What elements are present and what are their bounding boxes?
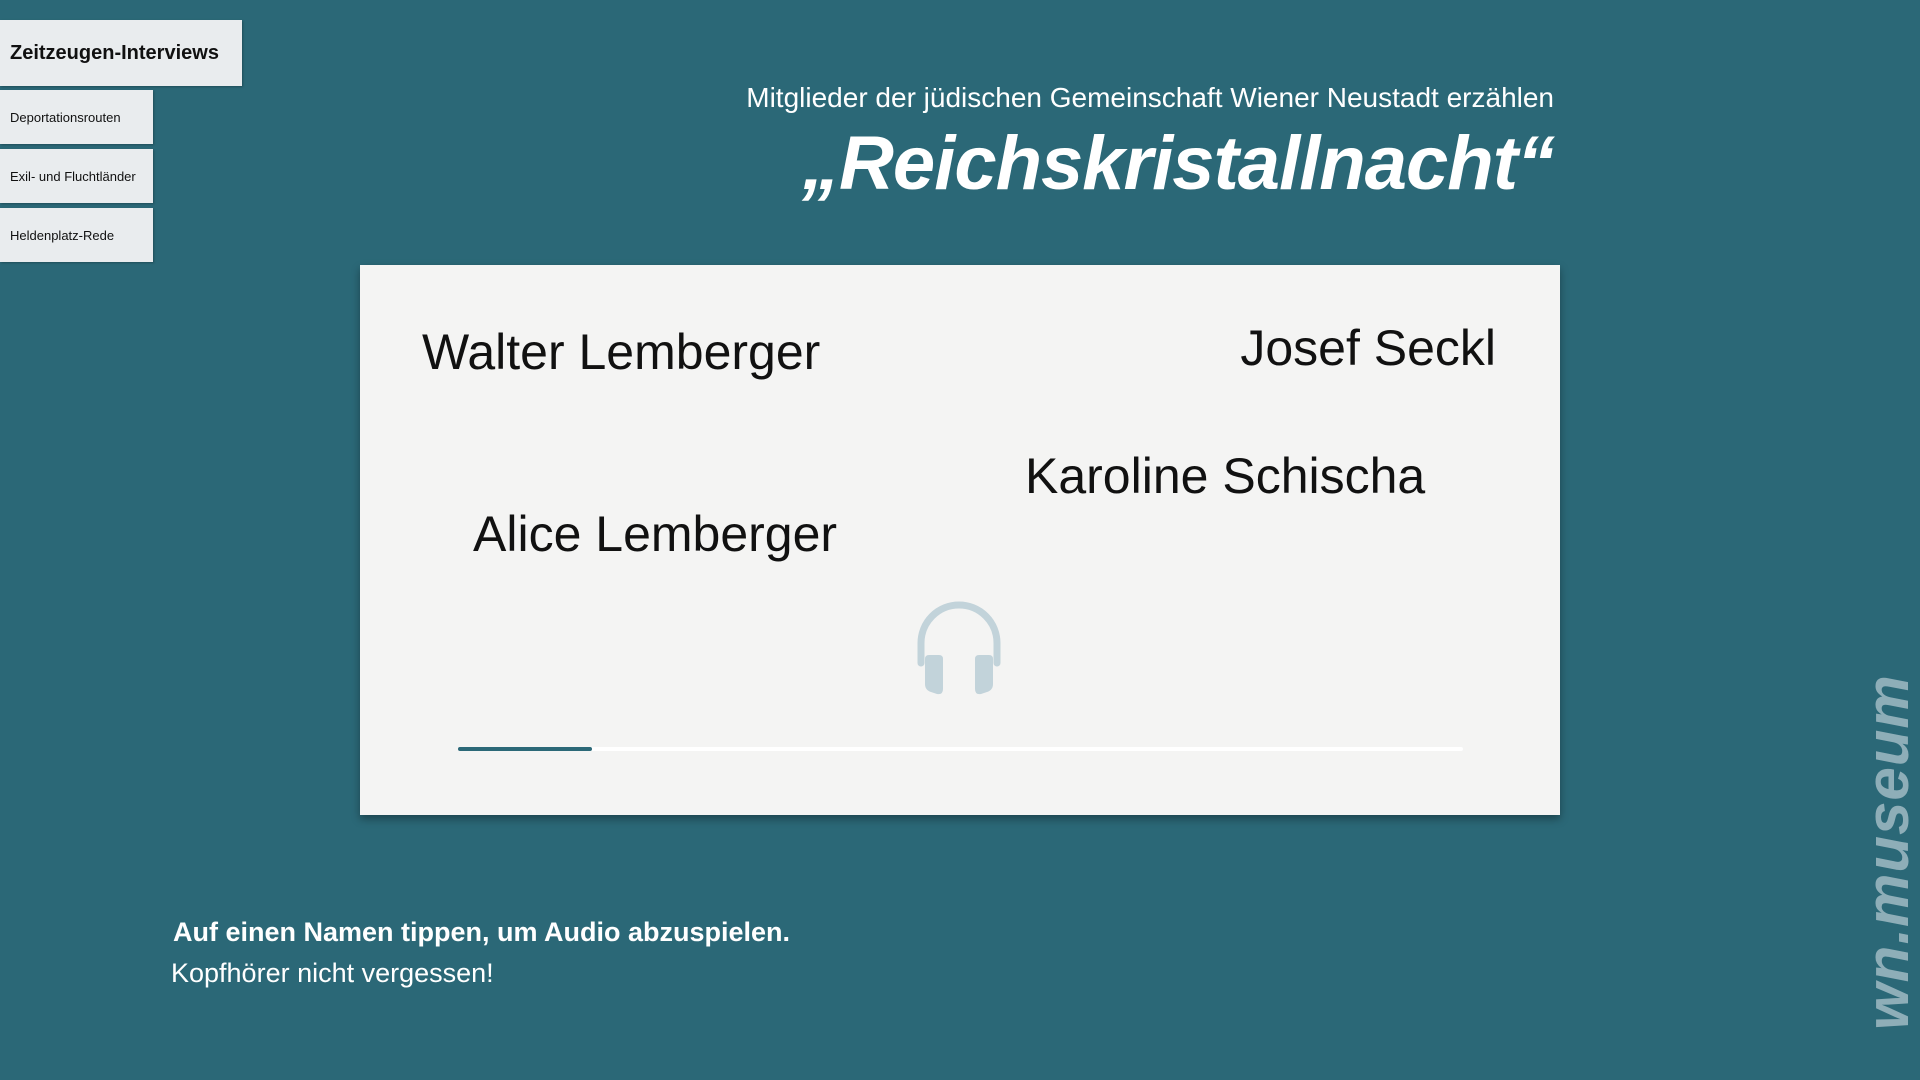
name-karoline-schischa[interactable]: Karoline Schischa (1025, 447, 1425, 505)
nav-tab-label: Deportationsrouten (10, 109, 121, 125)
nav-tab-heldenplatz-rede[interactable]: Heldenplatz-Rede (0, 208, 153, 262)
nav-tab-label: Zeitzeugen-Interviews (10, 41, 219, 64)
page-title: „Reichskristallnacht“ (802, 121, 1555, 206)
museum-logo: wn.museum (1854, 674, 1920, 1030)
nav-tab-exil-fluchtlaender[interactable]: Exil- und Fluchtländer (0, 149, 153, 203)
page-subtitle: Mitglieder der jüdischen Gemeinschaft Wi… (746, 82, 1554, 113)
nav-tab-label: Heldenplatz-Rede (10, 227, 115, 243)
nav-tab-zeitzeugen-interviews[interactable]: Zeitzeugen-Interviews (0, 20, 242, 86)
interview-card: Walter Lemberger Josef Seckl Karoline Sc… (360, 265, 1560, 815)
audio-progress-fill (458, 747, 592, 751)
headphones-icon (917, 601, 1001, 695)
instruction-tap-name: Auf einen Namen tippen, um Audio abzuspi… (173, 917, 791, 947)
audio-progress-bar[interactable] (458, 747, 1463, 751)
name-walter-lemberger[interactable]: Walter Lemberger (422, 323, 820, 381)
name-josef-seckl[interactable]: Josef Seckl (1240, 319, 1496, 377)
instruction-headphones: Kopfhörer nicht vergessen! (171, 958, 494, 988)
nav-tab-deportationsrouten[interactable]: Deportationsrouten (0, 90, 153, 144)
name-alice-lemberger[interactable]: Alice Lemberger (473, 505, 837, 563)
nav-tab-label: Exil- und Fluchtländer (10, 168, 136, 184)
